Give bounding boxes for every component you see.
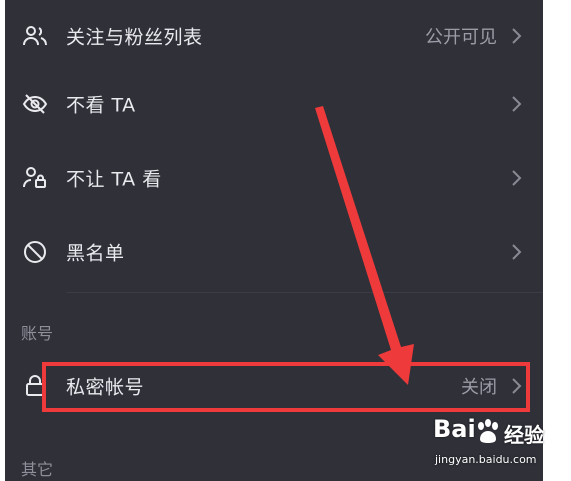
private-account-value: 关闭 bbox=[461, 377, 497, 398]
user-lock-icon bbox=[22, 165, 48, 191]
baidu-logo: Bai bbox=[433, 415, 476, 443]
baidu-jingyan-watermark: Bai 经验 jingyan.baidu.com bbox=[433, 415, 565, 475]
privacy-settings-screen: 关注与粉丝列表 公开可见 不看 TA 不让 TA 看 黑名单 账号 私密帐号 关… bbox=[5, 0, 543, 481]
account-section-title: 账号 bbox=[21, 324, 54, 343]
not-let-ta-see-label: 不让 TA 看 bbox=[66, 168, 162, 191]
paw-icon bbox=[478, 419, 498, 443]
users-icon bbox=[22, 23, 48, 49]
section-divider bbox=[66, 292, 543, 293]
chevron-right-icon bbox=[512, 170, 522, 186]
private-account-label: 私密帐号 bbox=[66, 376, 145, 399]
private-account-row[interactable]: 私密帐号 关闭 bbox=[5, 350, 543, 422]
chevron-right-icon bbox=[512, 378, 522, 394]
following-fans-list-row[interactable]: 关注与粉丝列表 公开可见 bbox=[5, 0, 543, 72]
not-let-ta-see-row[interactable]: 不让 TA 看 bbox=[5, 142, 543, 214]
lock-icon bbox=[22, 373, 48, 399]
chevron-right-icon bbox=[512, 96, 522, 112]
following-fans-list-value: 公开可见 bbox=[425, 27, 497, 48]
block-icon bbox=[22, 239, 48, 265]
chevron-right-icon bbox=[512, 244, 522, 260]
not-see-ta-label: 不看 TA bbox=[66, 94, 136, 117]
not-see-ta-row[interactable]: 不看 TA bbox=[5, 68, 543, 140]
watermark-url: jingyan.baidu.com bbox=[435, 453, 537, 466]
jingyan-text: 经验 bbox=[504, 423, 544, 447]
blacklist-label: 黑名单 bbox=[66, 242, 125, 265]
eye-off-icon bbox=[22, 91, 48, 117]
chevron-right-icon bbox=[512, 28, 522, 44]
other-section-title: 其它 bbox=[21, 460, 54, 479]
following-fans-list-label: 关注与粉丝列表 bbox=[66, 26, 203, 49]
blacklist-row[interactable]: 黑名单 bbox=[5, 216, 543, 288]
